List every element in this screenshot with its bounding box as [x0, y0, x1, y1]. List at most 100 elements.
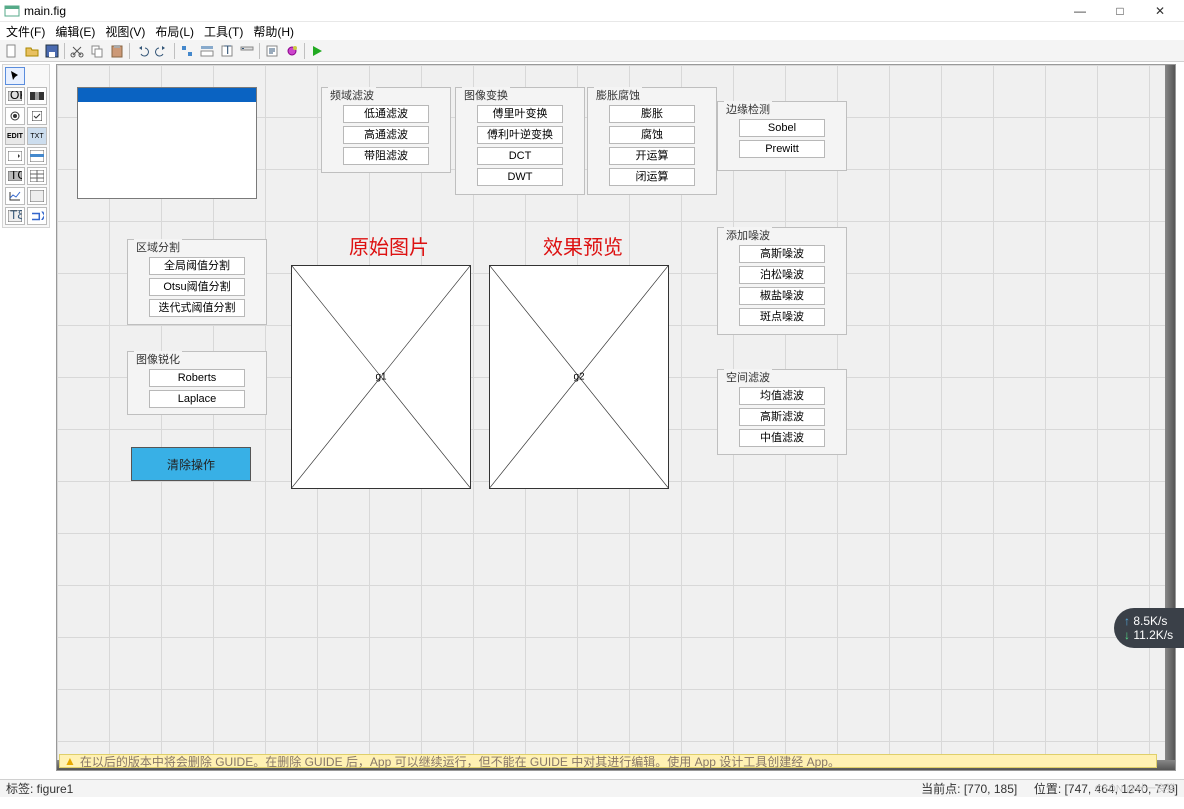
listbox[interactable] [77, 87, 257, 199]
panel-tool-icon[interactable] [27, 187, 47, 205]
align-icon[interactable] [178, 42, 196, 60]
upload-speed: 8.5K/s [1124, 614, 1184, 628]
saltpepper-noise-button[interactable]: 椒盐噪波 [739, 287, 825, 305]
save-icon[interactable] [43, 42, 61, 60]
ifft-button[interactable]: 傅利叶逆变换 [477, 126, 563, 144]
menu-tools[interactable]: 工具(T) [202, 22, 245, 41]
panel-title: 频域滤波 [328, 87, 376, 103]
run-icon[interactable] [308, 42, 326, 60]
workspace: OK EDIT TXT TGL Tξ ⊐X 频域滤波 低通滤波 高通滤波 带阻滤… [0, 62, 1184, 779]
panel-title: 边缘检测 [724, 101, 772, 117]
paste-icon[interactable] [108, 42, 126, 60]
editor-icon[interactable] [263, 42, 281, 60]
median-filter-button[interactable]: 中值滤波 [739, 429, 825, 447]
dct-button[interactable]: DCT [477, 147, 563, 165]
text-tool-icon[interactable]: TXT [27, 127, 47, 145]
undo-icon[interactable] [133, 42, 151, 60]
download-speed: 11.2K/s [1124, 628, 1184, 642]
highpass-button[interactable]: 高通滤波 [343, 126, 429, 144]
toolbar-editor-icon[interactable] [238, 42, 256, 60]
mean-filter-button[interactable]: 均值滤波 [739, 387, 825, 405]
roberts-button[interactable]: Roberts [149, 369, 245, 387]
minimize-button[interactable]: — [1060, 0, 1100, 22]
preview-title: 效果预览 [543, 231, 623, 260]
laplace-button[interactable]: Laplace [149, 390, 245, 408]
panel-edge: 边缘检测 Sobel Prewitt [717, 101, 847, 171]
menu-layout[interactable]: 布局(L) [153, 22, 196, 41]
open-icon[interactable] [23, 42, 41, 60]
design-canvas[interactable]: 频域滤波 低通滤波 高通滤波 带阻滤波 图像变换 傅里叶变换 傅利叶逆变换 DC… [56, 64, 1176, 771]
redo-icon[interactable] [153, 42, 171, 60]
bandstop-button[interactable]: 带阻滤波 [343, 147, 429, 165]
axes-tool-icon[interactable] [5, 187, 25, 205]
panel-sharpen: 图像锐化 Roberts Laplace [127, 351, 267, 415]
erode-button[interactable]: 腐蚀 [609, 126, 695, 144]
checkbox-tool-icon[interactable] [27, 107, 47, 125]
menu-edit[interactable]: 编辑(E) [53, 22, 97, 41]
fft-button[interactable]: 傅里叶变换 [477, 105, 563, 123]
axes-g2[interactable]: g2 [489, 265, 669, 489]
clear-button[interactable]: 清除操作 [131, 447, 251, 481]
panel-title: 添加噪波 [724, 227, 772, 243]
svg-text:⊐X: ⊐X [31, 210, 44, 222]
otsu-button[interactable]: Otsu阈值分割 [149, 278, 245, 296]
close-button[interactable]: ✕ [1140, 0, 1180, 22]
watermark: CSDN @叶一良猫 [1095, 780, 1176, 795]
canvas-edge-right [1165, 65, 1175, 770]
warning-text: 在以后的版本中将会删除 GUIDE。在删除 GUIDE 后，App 可以继续运行… [80, 753, 840, 770]
clear-label: 清除操作 [167, 456, 215, 473]
panel-freq-filter: 频域滤波 低通滤波 高通滤波 带阻滤波 [321, 87, 451, 173]
iterative-thresh-button[interactable]: 迭代式阈值分割 [149, 299, 245, 317]
select-tool-icon[interactable] [5, 67, 25, 85]
status-point: 当前点: [770, 185] [921, 782, 1017, 796]
cut-icon[interactable] [68, 42, 86, 60]
pushbutton-tool-icon[interactable]: OK [5, 87, 25, 105]
copy-icon[interactable] [88, 42, 106, 60]
global-thresh-button[interactable]: 全局阈值分割 [149, 257, 245, 275]
status-tag: 标签: figure1 [6, 780, 73, 797]
gauss-filter-button[interactable]: 高斯滤波 [739, 408, 825, 426]
menu-view[interactable]: 视图(V) [103, 22, 147, 41]
listbox-selection [78, 88, 256, 102]
radio-tool-icon[interactable] [5, 107, 25, 125]
speckle-noise-button[interactable]: 斑点噪波 [739, 308, 825, 326]
titlebar: main.fig — □ ✕ [0, 0, 1184, 22]
listbox-tool-icon[interactable] [27, 147, 47, 165]
edit-tool-icon[interactable]: EDIT [5, 127, 25, 145]
poisson-noise-button[interactable]: 泊松噪波 [739, 266, 825, 284]
axes-g1[interactable]: g1 [291, 265, 471, 489]
panel-title: 膨胀腐蚀 [594, 87, 642, 103]
property-inspector-icon[interactable] [283, 42, 301, 60]
panel-title: 区域分割 [134, 239, 182, 255]
slider-tool-icon[interactable] [27, 87, 47, 105]
menu-help[interactable]: 帮助(H) [251, 22, 296, 41]
axes-tag: g2 [573, 372, 584, 383]
open-button[interactable]: 开运算 [609, 147, 695, 165]
warning-bar: ▲ 在以后的版本中将会删除 GUIDE。在删除 GUIDE 后，App 可以继续… [59, 754, 1157, 768]
table-tool-icon[interactable] [27, 167, 47, 185]
activex-tool-icon[interactable]: ⊐X [27, 207, 47, 225]
app-icon [4, 3, 20, 19]
menu-editor-icon[interactable] [198, 42, 216, 60]
popup-tool-icon[interactable] [5, 147, 25, 165]
prewitt-button[interactable]: Prewitt [739, 140, 825, 158]
component-palette: OK EDIT TXT TGL Tξ ⊐X [2, 64, 50, 228]
buttongroup-tool-icon[interactable]: Tξ [5, 207, 25, 225]
menu-file[interactable]: 文件(F) [4, 22, 47, 41]
gauss-noise-button[interactable]: 高斯噪波 [739, 245, 825, 263]
toggle-tool-icon[interactable]: TGL [5, 167, 25, 185]
panel-title: 图像锐化 [134, 351, 182, 367]
panel-segmentation: 区域分割 全局阈值分割 Otsu阈值分割 迭代式阈值分割 [127, 239, 267, 325]
toolbar: T [0, 40, 1184, 62]
panel-title: 空间滤波 [724, 369, 772, 385]
close-button[interactable]: 闭运算 [609, 168, 695, 186]
dilate-button[interactable]: 膨胀 [609, 105, 695, 123]
maximize-button[interactable]: □ [1100, 0, 1140, 22]
new-icon[interactable] [3, 42, 21, 60]
dwt-button[interactable]: DWT [477, 168, 563, 186]
panel-title: 图像变换 [462, 87, 510, 103]
tab-order-icon[interactable]: T [218, 42, 236, 60]
lowpass-button[interactable]: 低通滤波 [343, 105, 429, 123]
original-title: 原始图片 [349, 231, 429, 260]
sobel-button[interactable]: Sobel [739, 119, 825, 137]
